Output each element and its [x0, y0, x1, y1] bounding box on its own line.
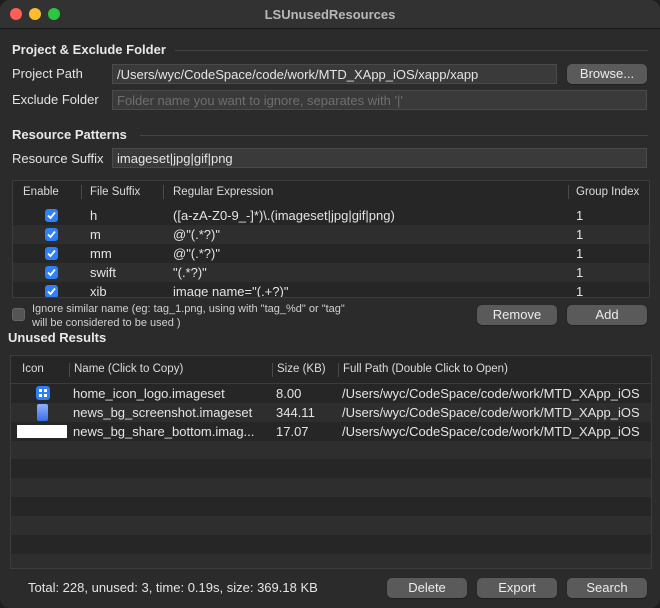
file-suffix-cell: swift	[90, 265, 116, 280]
enable-checkbox[interactable]	[45, 247, 58, 260]
exclude-folder-input[interactable]: Folder name you want to ignore, separate…	[112, 90, 647, 110]
column-header-size[interactable]: Size (KB)	[277, 358, 326, 380]
regex-cell: image name="(.+?)"	[173, 284, 289, 298]
ignore-similar-label-line1: Ignore similar name (eg: tag_1.png, usin…	[32, 303, 345, 315]
export-button[interactable]: Export	[477, 578, 557, 598]
regex-cell: @"(.*?)"	[173, 246, 220, 261]
browse-button[interactable]: Browse...	[567, 64, 647, 84]
phone-screenshot-icon	[37, 404, 48, 421]
result-name-cell[interactable]: news_bg_screenshot.imageset	[73, 403, 268, 422]
enable-checkbox[interactable]	[45, 266, 58, 279]
app-window: LSUnusedResources Project & Exclude Fold…	[0, 0, 660, 608]
result-size-cell: 344.11	[276, 405, 315, 420]
project-section-title: Project & Exclude Folder	[12, 42, 166, 57]
column-divider	[338, 363, 339, 377]
remove-button[interactable]: Remove	[477, 305, 557, 325]
section-divider	[140, 135, 648, 136]
pattern-row[interactable]: h ([a-zA-Z0-9_-]*)\.(imageset|jpg|gif|pn…	[13, 206, 649, 225]
column-header-enable[interactable]: Enable	[23, 181, 59, 203]
app-grid-icon	[36, 386, 50, 400]
results-table: Icon Name (Click to Copy) Size (KB) Full…	[10, 355, 652, 569]
window-title: LSUnusedResources	[264, 7, 396, 22]
result-row[interactable]: news_bg_screenshot.imageset 344.11 /User…	[11, 403, 651, 422]
result-path-cell[interactable]: /Users/wyc/CodeSpace/code/work/MTD_XApp_…	[342, 403, 651, 422]
result-path-cell[interactable]: /Users/wyc/CodeSpace/code/work/MTD_XApp_…	[342, 422, 651, 441]
file-suffix-cell: mm	[90, 246, 112, 261]
resource-suffix-input[interactable]: imageset|jpg|gif|png	[112, 148, 647, 168]
result-size-cell: 8.00	[276, 386, 302, 401]
white-banner-icon	[17, 425, 67, 438]
column-header-group-index[interactable]: Group Index	[576, 181, 639, 203]
enable-checkbox[interactable]	[45, 209, 58, 222]
file-suffix-cell: h	[90, 208, 98, 223]
pattern-row[interactable]: mm @"(.*?)" 1	[13, 244, 649, 263]
column-header-regex[interactable]: Regular Expression	[173, 181, 273, 203]
project-path-label: Project Path	[12, 66, 83, 81]
column-header-icon[interactable]: Icon	[22, 358, 44, 380]
section-divider	[175, 50, 648, 51]
column-divider	[272, 363, 273, 377]
file-suffix-cell: m	[90, 227, 101, 242]
group-index-cell: 1	[576, 208, 584, 223]
title-bar: LSUnusedResources	[0, 0, 660, 29]
enable-checkbox[interactable]	[45, 228, 58, 241]
search-button[interactable]: Search	[567, 578, 647, 598]
group-index-cell: 1	[576, 246, 584, 261]
patterns-section-title: Resource Patterns	[12, 127, 127, 142]
exclude-folder-label: Exclude Folder	[12, 92, 99, 107]
delete-button[interactable]: Delete	[387, 578, 467, 598]
regex-cell: ([a-zA-Z0-9_-]*)\.(imageset|jpg|gif|png)	[173, 208, 395, 223]
column-header-full-path[interactable]: Full Path (Double Click to Open)	[343, 358, 508, 380]
result-name-cell[interactable]: home_icon_logo.imageset	[73, 384, 268, 403]
project-path-input[interactable]: /Users/wyc/CodeSpace/code/work/MTD_XApp_…	[112, 64, 557, 84]
resource-suffix-label: Resource Suffix	[12, 151, 104, 166]
result-size-cell: 17.07	[276, 424, 309, 439]
regex-cell: "(.*?)"	[173, 265, 207, 280]
enable-checkbox[interactable]	[45, 285, 58, 297]
group-index-cell: 1	[576, 227, 584, 242]
results-section-title: Unused Results	[8, 330, 107, 345]
pattern-row[interactable]: swift "(.*?)" 1	[13, 263, 649, 282]
result-row[interactable]: news_bg_share_bottom.imag... 17.07 /User…	[11, 422, 651, 441]
add-button[interactable]: Add	[567, 305, 647, 325]
result-name-cell[interactable]: news_bg_share_bottom.imag...	[73, 422, 268, 441]
file-suffix-cell: xib	[90, 284, 107, 298]
result-row[interactable]: home_icon_logo.imageset 8.00 /Users/wyc/…	[11, 384, 651, 403]
column-header-name[interactable]: Name (Click to Copy)	[74, 358, 183, 380]
column-header-file-suffix[interactable]: File Suffix	[90, 181, 140, 203]
pattern-row[interactable]: m @"(.*?)" 1	[13, 225, 649, 244]
ignore-similar-label-line2: will be considered to be used )	[32, 317, 181, 329]
ignore-similar-checkbox[interactable]	[12, 308, 25, 321]
column-divider	[163, 185, 164, 199]
column-divider	[69, 363, 70, 377]
column-divider	[568, 185, 569, 199]
group-index-cell: 1	[576, 265, 584, 280]
regex-cell: @"(.*?)"	[173, 227, 220, 242]
column-divider	[81, 185, 82, 199]
patterns-table: Enable File Suffix Regular Expression Gr…	[12, 180, 650, 298]
result-path-cell[interactable]: /Users/wyc/CodeSpace/code/work/MTD_XApp_…	[342, 384, 651, 403]
group-index-cell: 1	[576, 284, 584, 298]
pattern-row[interactable]: xib image name="(.+?)" 1	[13, 282, 649, 298]
status-summary: Total: 228, unused: 3, time: 0.19s, size…	[28, 580, 318, 595]
